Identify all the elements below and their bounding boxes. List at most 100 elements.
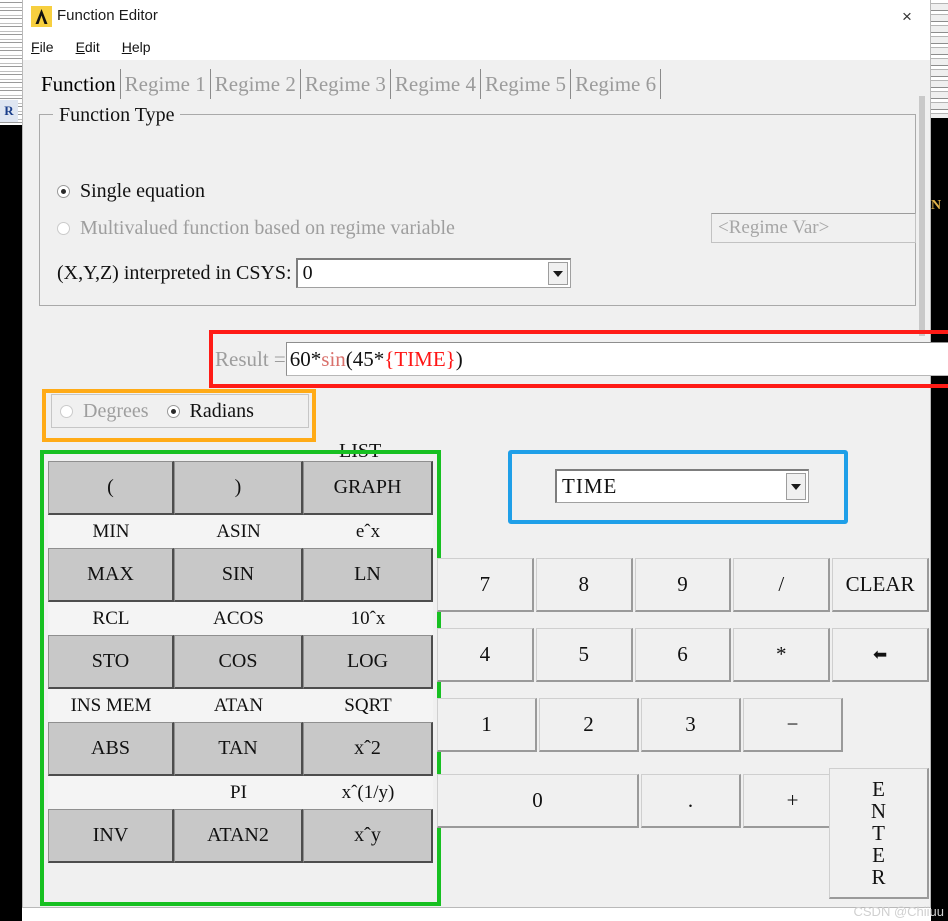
menu-edit-label: dit: [84, 38, 100, 55]
menu-file[interactable]: File: [31, 39, 54, 55]
radio-radians-icon[interactable]: [166, 404, 180, 418]
fn-label-sqrt[interactable]: SQRT: [303, 689, 433, 722]
csys-label: (X,Y,Z) interpreted in CSYS:: [57, 261, 292, 284]
radio-degrees-icon[interactable]: [60, 404, 73, 418]
keypad-row: 7 8 9 / CLEAR: [437, 558, 929, 612]
key-0[interactable]: 0: [437, 774, 639, 828]
radio-single-equation[interactable]: Single equation: [57, 180, 205, 203]
key-enter-letter: T: [872, 820, 885, 845]
background-right-label: N: [931, 198, 942, 213]
fn-button-cos[interactable]: COS: [174, 635, 303, 689]
fn-button-inv[interactable]: INV: [48, 809, 174, 863]
angle-mode-group: Degrees Radians: [51, 394, 309, 428]
fn-button-sin[interactable]: SIN: [174, 548, 303, 602]
fn-button-log[interactable]: LOG: [303, 635, 433, 689]
fn-label-acos[interactable]: ACOS: [174, 602, 303, 635]
fn-button-open-paren[interactable]: (: [48, 461, 174, 515]
tab-regime-2[interactable]: Regime 2: [211, 72, 300, 97]
background-left-dark-area: [0, 125, 22, 921]
fn-button-sto[interactable]: STO: [48, 635, 174, 689]
fn-label-asin[interactable]: ASIN: [174, 515, 303, 548]
key-6[interactable]: 6: [634, 628, 732, 682]
key-7[interactable]: 7: [437, 558, 534, 612]
radio-button-icon: [57, 222, 70, 235]
chevron-down-icon[interactable]: [547, 262, 568, 285]
key-4[interactable]: 4: [437, 628, 534, 682]
key-8[interactable]: 8: [535, 558, 633, 612]
variable-dropdown[interactable]: TIME: [555, 469, 809, 503]
fn-label-rcl[interactable]: RCL: [48, 602, 174, 635]
menu-bar: File Edit Help: [23, 33, 930, 60]
tab-regime-5[interactable]: Regime 5: [481, 72, 570, 97]
window-title: Function Editor: [57, 7, 158, 24]
radio-radians-label[interactable]: Radians: [190, 400, 254, 423]
function-label-row: MIN ASIN eˆx: [48, 515, 433, 548]
lambda-icon: [31, 6, 52, 27]
radio-degrees-label[interactable]: Degrees: [83, 400, 149, 423]
key-9[interactable]: 9: [634, 558, 732, 612]
fn-button-graph[interactable]: GRAPH: [303, 461, 433, 515]
radio-multivalued-label: Multivalued function based on regime var…: [80, 217, 455, 239]
tab-regime-1[interactable]: Regime 1: [121, 72, 210, 97]
csys-row: (X,Y,Z) interpreted in CSYS: 0: [57, 258, 571, 288]
watermark: CSDN @Chiiuu: [853, 904, 945, 919]
radio-button-icon: [57, 185, 70, 198]
menu-edit[interactable]: Edit: [76, 39, 100, 55]
function-button-row: INV ATAN2 xˆy: [48, 809, 433, 863]
radio-multivalued-function[interactable]: Multivalued function based on regime var…: [57, 217, 455, 240]
fn-label-pi[interactable]: PI: [174, 776, 303, 809]
tab-separator: [660, 69, 662, 99]
backspace-icon[interactable]: ⬅: [832, 628, 929, 682]
key-minus[interactable]: −: [743, 698, 843, 752]
menu-help[interactable]: Help: [122, 39, 151, 55]
keypad-row: 1 2 3 −: [437, 698, 929, 752]
fn-label-exp[interactable]: eˆx: [303, 515, 433, 548]
key-multiply[interactable]: *: [733, 628, 831, 682]
function-label-row: PI xˆ(1/y): [48, 776, 433, 809]
function-type-legend: Function Type: [53, 104, 181, 127]
result-token-function: sin: [321, 346, 346, 371]
fn-label-ins-mem[interactable]: INS MEM: [48, 689, 174, 722]
panel-scrollbar[interactable]: [919, 96, 925, 336]
radio-single-equation-label: Single equation: [80, 180, 205, 202]
key-clear[interactable]: CLEAR: [832, 558, 929, 612]
key-1[interactable]: 1: [437, 698, 537, 752]
key-5[interactable]: 5: [535, 628, 633, 682]
fn-label-log10[interactable]: 10ˆx: [303, 602, 433, 635]
key-divide[interactable]: /: [733, 558, 831, 612]
key-3[interactable]: 3: [641, 698, 741, 752]
variable-value: TIME: [562, 474, 618, 498]
fn-label-atan[interactable]: ATAN: [174, 689, 303, 722]
result-input[interactable]: 60* sin (45* {TIME}): [285, 342, 948, 376]
regime-var-field[interactable]: <Regime Var>: [711, 213, 916, 243]
result-token-mid: (45*: [345, 346, 385, 371]
tab-regime-4[interactable]: Regime 4: [391, 72, 480, 97]
fn-button-tan[interactable]: TAN: [174, 722, 303, 776]
csys-value: 0: [302, 262, 313, 284]
tab-regime-3[interactable]: Regime 3: [301, 72, 390, 97]
tab-strip: Function Regime 1 Regime 2 Regime 3 Regi…: [23, 60, 930, 108]
key-enter[interactable]: E N T E R: [829, 768, 929, 899]
fn-button-atan2[interactable]: ATAN2: [174, 809, 303, 863]
chevron-down-icon[interactable]: [786, 473, 806, 500]
fn-button-abs[interactable]: ABS: [48, 722, 174, 776]
background-right-toolbar-lines: [931, 0, 948, 118]
result-token-pre: 60*: [289, 346, 322, 371]
csys-dropdown[interactable]: 0: [295, 258, 571, 288]
tab-function[interactable]: Function: [37, 72, 120, 97]
function-button-row: MAX SIN LN: [48, 548, 433, 602]
fn-button-x-squared[interactable]: xˆ2: [303, 722, 433, 776]
tab-regime-6[interactable]: Regime 6: [571, 72, 660, 97]
fn-label-min[interactable]: MIN: [48, 515, 174, 548]
key-2[interactable]: 2: [539, 698, 639, 752]
key-decimal-point[interactable]: .: [641, 774, 741, 828]
fn-label-nth-root[interactable]: xˆ(1/y): [303, 776, 433, 809]
fn-button-ln[interactable]: LN: [303, 548, 433, 602]
fn-button-x-pow-y[interactable]: xˆy: [303, 809, 433, 863]
fn-button-close-paren[interactable]: ): [174, 461, 303, 515]
function-button-row: STO COS LOG: [48, 635, 433, 689]
fn-button-max[interactable]: MAX: [48, 548, 174, 602]
close-icon[interactable]: ×: [884, 0, 930, 33]
result-token-post: ): [455, 346, 463, 371]
key-plus[interactable]: +: [743, 774, 843, 828]
